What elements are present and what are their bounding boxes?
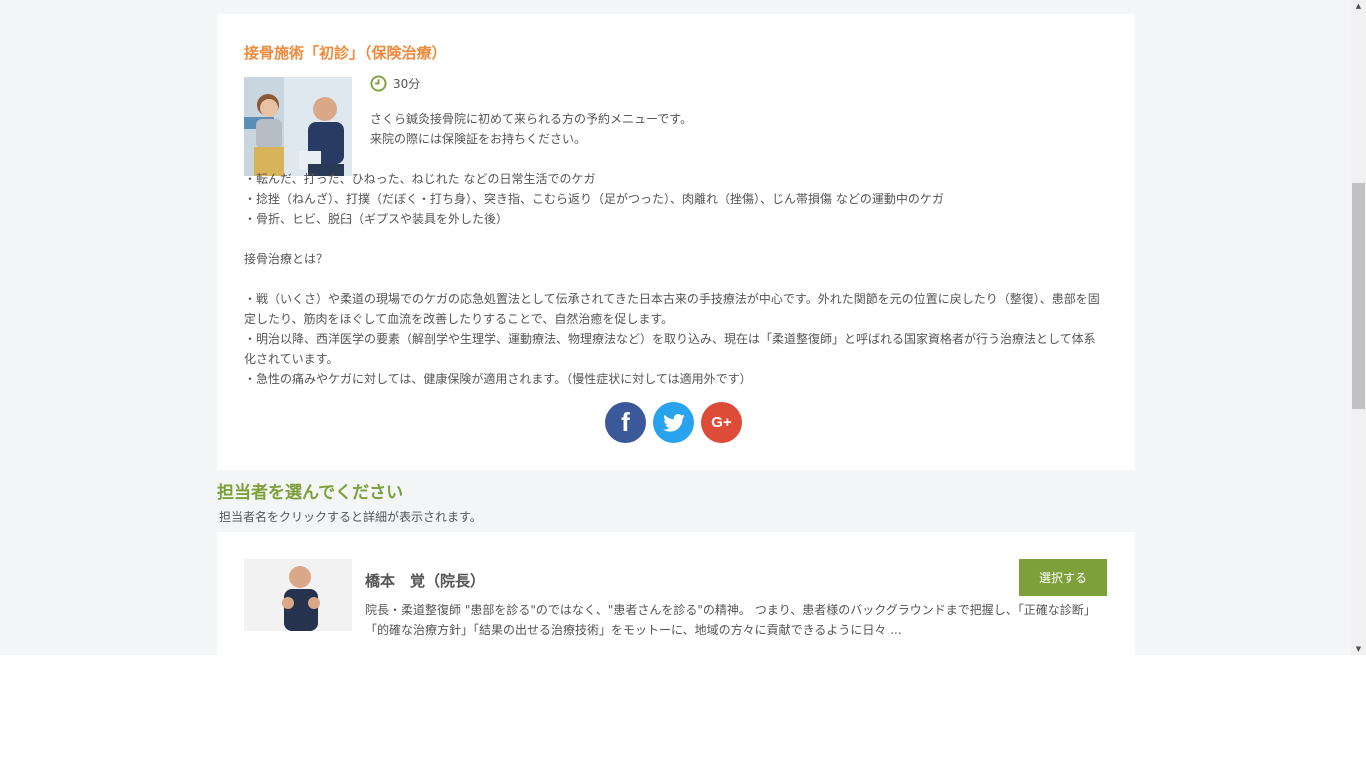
scrollbar[interactable]: ▲ ▼ xyxy=(1351,0,1366,655)
scroll-down-icon[interactable]: ▼ xyxy=(1351,643,1366,655)
menu-card: 接骨施術「初診」（保険治療） 30分 さくら鍼灸接骨院に初めて来られる方の予約メ… xyxy=(217,14,1135,470)
facebook-share-button[interactable]: f xyxy=(605,402,646,443)
staff-section-title: 担当者を選んでください xyxy=(217,483,404,503)
twitter-icon xyxy=(662,413,685,432)
scroll-thumb[interactable] xyxy=(1352,183,1365,409)
share-buttons: f G+ xyxy=(605,402,742,443)
googleplus-icon: G+ xyxy=(711,414,732,431)
menu-photo xyxy=(244,77,352,176)
page-viewport: 接骨施術「初診」（保険治療） 30分 さくら鍼灸接骨院に初めて来られる方の予約メ… xyxy=(0,0,1351,655)
select-staff-button[interactable]: 選択する xyxy=(1019,559,1107,596)
clock-icon xyxy=(370,75,387,92)
menu-details: ・転んだ、打った、ひねった、ねじれた などの日常生活でのケガ ・捻挫（ねんざ）、… xyxy=(244,172,1100,386)
twitter-share-button[interactable] xyxy=(653,402,694,443)
staff-card: 橋本 覚（院長） 院長・柔道整復師 "患部を診る"のではなく、"患者さんを診る"… xyxy=(217,532,1135,655)
menu-title: 接骨施術「初診」（保険治療） xyxy=(244,44,447,62)
facebook-icon: f xyxy=(621,407,630,437)
menu-intro: さくら鍼灸接骨院に初めて来られる方の予約メニューです。 来院の際には保険証をお持… xyxy=(370,112,693,146)
staff-photo[interactable] xyxy=(244,559,352,631)
menu-duration: 30分 xyxy=(370,75,420,92)
scroll-up-icon[interactable]: ▲ xyxy=(1351,0,1366,12)
staff-section-note: 担当者名をクリックすると詳細が表示されます。 xyxy=(219,510,482,524)
duration-value: 30分 xyxy=(393,77,421,91)
staff-description: 院長・柔道整復師 "患部を診る"のではなく、"患者さんを診る"の精神。 つまり、… xyxy=(365,603,1096,637)
staff-name-link[interactable]: 橋本 覚（院長） xyxy=(365,570,485,591)
googleplus-share-button[interactable]: G+ xyxy=(701,402,742,443)
